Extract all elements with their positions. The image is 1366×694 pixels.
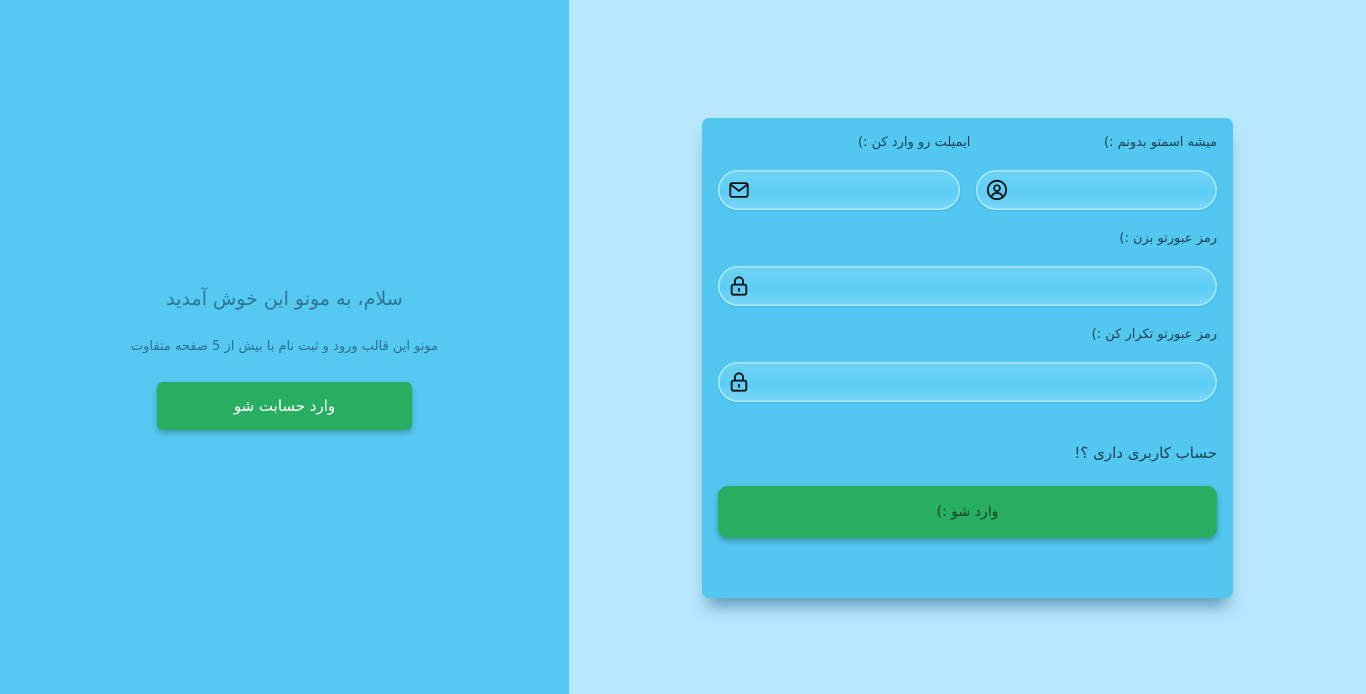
page: سلام، به مونو این خوش آمدید مونو این قال… xyxy=(0,0,1366,694)
welcome-panel: سلام، به مونو این خوش آمدید مونو این قال… xyxy=(0,0,569,694)
envelope-icon xyxy=(728,179,750,201)
welcome-title: سلام، به مونو این خوش آمدید xyxy=(166,288,403,310)
email-field[interactable] xyxy=(718,170,960,210)
signup-form-card: میشه اسمتو بدونم :) ایمیلت رو وارد کن :) xyxy=(702,118,1233,598)
confirm-password-label: رمز عبورتو تکرار کن :) xyxy=(1091,327,1217,342)
name-input[interactable] xyxy=(1022,178,1201,204)
lock-icon xyxy=(728,275,750,297)
user-circle-icon xyxy=(986,179,1008,201)
confirm-password-field[interactable] xyxy=(718,362,1217,402)
email-label: ایمیلت رو وارد کن :) xyxy=(858,135,971,150)
name-field[interactable] xyxy=(976,170,1217,210)
password-label: رمز عبورتو بزن :) xyxy=(1119,231,1217,246)
name-label: میشه اسمتو بدونم :) xyxy=(1104,135,1217,150)
email-input[interactable] xyxy=(764,178,944,204)
login-account-button[interactable]: وارد حسابت شو xyxy=(157,382,412,430)
welcome-subtitle: مونو این قالب ورود و ثبت نام با بیش از 5… xyxy=(130,339,439,354)
confirm-password-input[interactable] xyxy=(764,370,1201,396)
submit-button[interactable]: وارد شو :) xyxy=(718,486,1217,538)
password-input[interactable] xyxy=(764,274,1201,300)
lock-icon xyxy=(728,371,750,393)
password-field[interactable] xyxy=(718,266,1217,306)
have-account-link[interactable]: حساب کاربری داری ؟! xyxy=(1074,444,1217,462)
